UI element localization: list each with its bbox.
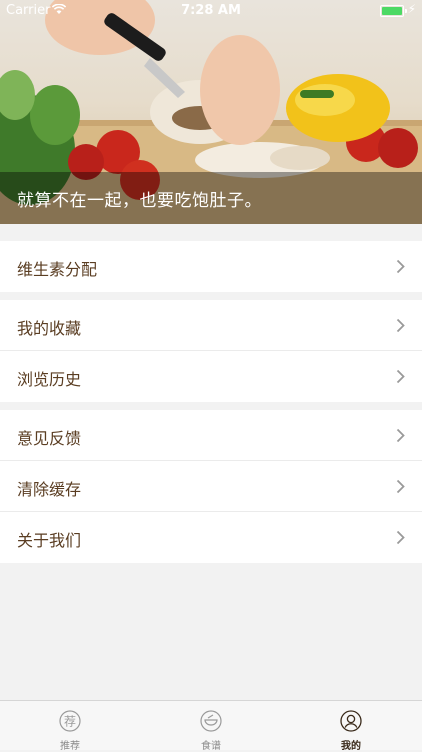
hero-caption: 就算不在一起，也要吃饱肚子。 bbox=[17, 191, 262, 211]
menu-item-vitamin-distribution[interactable]: 维生素分配 bbox=[0, 241, 422, 292]
tab-recipes[interactable]: 食谱 bbox=[141, 701, 281, 752]
menu-group-vitamins: 维生素分配 bbox=[0, 241, 422, 292]
hero-caption-bar: 就算不在一起，也要吃饱肚子。 bbox=[0, 172, 422, 224]
chevron-right-icon bbox=[396, 428, 405, 443]
menu-group-favorites: 我的收藏 浏览历史 bbox=[0, 300, 422, 402]
tab-bar: 荐 推荐 食谱 我的 bbox=[0, 700, 422, 752]
status-bar: Carrier 7:28 AM ⚡ bbox=[0, 0, 422, 22]
recommend-icon: 荐 bbox=[59, 710, 81, 732]
chevron-right-icon bbox=[396, 530, 405, 545]
menu-item-label: 我的收藏 bbox=[17, 319, 82, 338]
menu-item-label: 清除缓存 bbox=[17, 480, 82, 499]
menu-item-label: 意见反馈 bbox=[17, 429, 82, 448]
charging-bolt-icon: ⚡ bbox=[407, 2, 416, 16]
menu-item-feedback[interactable]: 意见反馈 bbox=[0, 410, 422, 461]
tab-recommend[interactable]: 荐 推荐 bbox=[0, 701, 140, 752]
tab-mine[interactable]: 我的 bbox=[281, 701, 421, 752]
recipe-bowl-icon bbox=[200, 710, 222, 732]
menu-group-settings: 意见反馈 清除缓存 关于我们 bbox=[0, 410, 422, 563]
chevron-right-icon bbox=[396, 318, 405, 333]
hero-banner: Carrier 7:28 AM ⚡ 就算不在一起，也要吃饱肚子。 bbox=[0, 0, 422, 224]
menu-item-about-us[interactable]: 关于我们 bbox=[0, 512, 422, 563]
menu-item-clear-cache[interactable]: 清除缓存 bbox=[0, 461, 422, 512]
menu-item-browse-history[interactable]: 浏览历史 bbox=[0, 351, 422, 402]
svg-text:荐: 荐 bbox=[64, 715, 76, 729]
menu-item-label: 维生素分配 bbox=[17, 260, 98, 279]
profile-icon bbox=[340, 710, 362, 732]
menu-item-label: 关于我们 bbox=[17, 531, 82, 550]
chevron-right-icon bbox=[396, 369, 405, 384]
chevron-right-icon bbox=[396, 259, 405, 274]
menu-item-label: 浏览历史 bbox=[17, 370, 82, 389]
status-time: 7:28 AM bbox=[181, 3, 241, 18]
chevron-right-icon bbox=[396, 479, 405, 494]
battery-icon bbox=[380, 5, 407, 17]
menu-item-my-favorites[interactable]: 我的收藏 bbox=[0, 300, 422, 351]
